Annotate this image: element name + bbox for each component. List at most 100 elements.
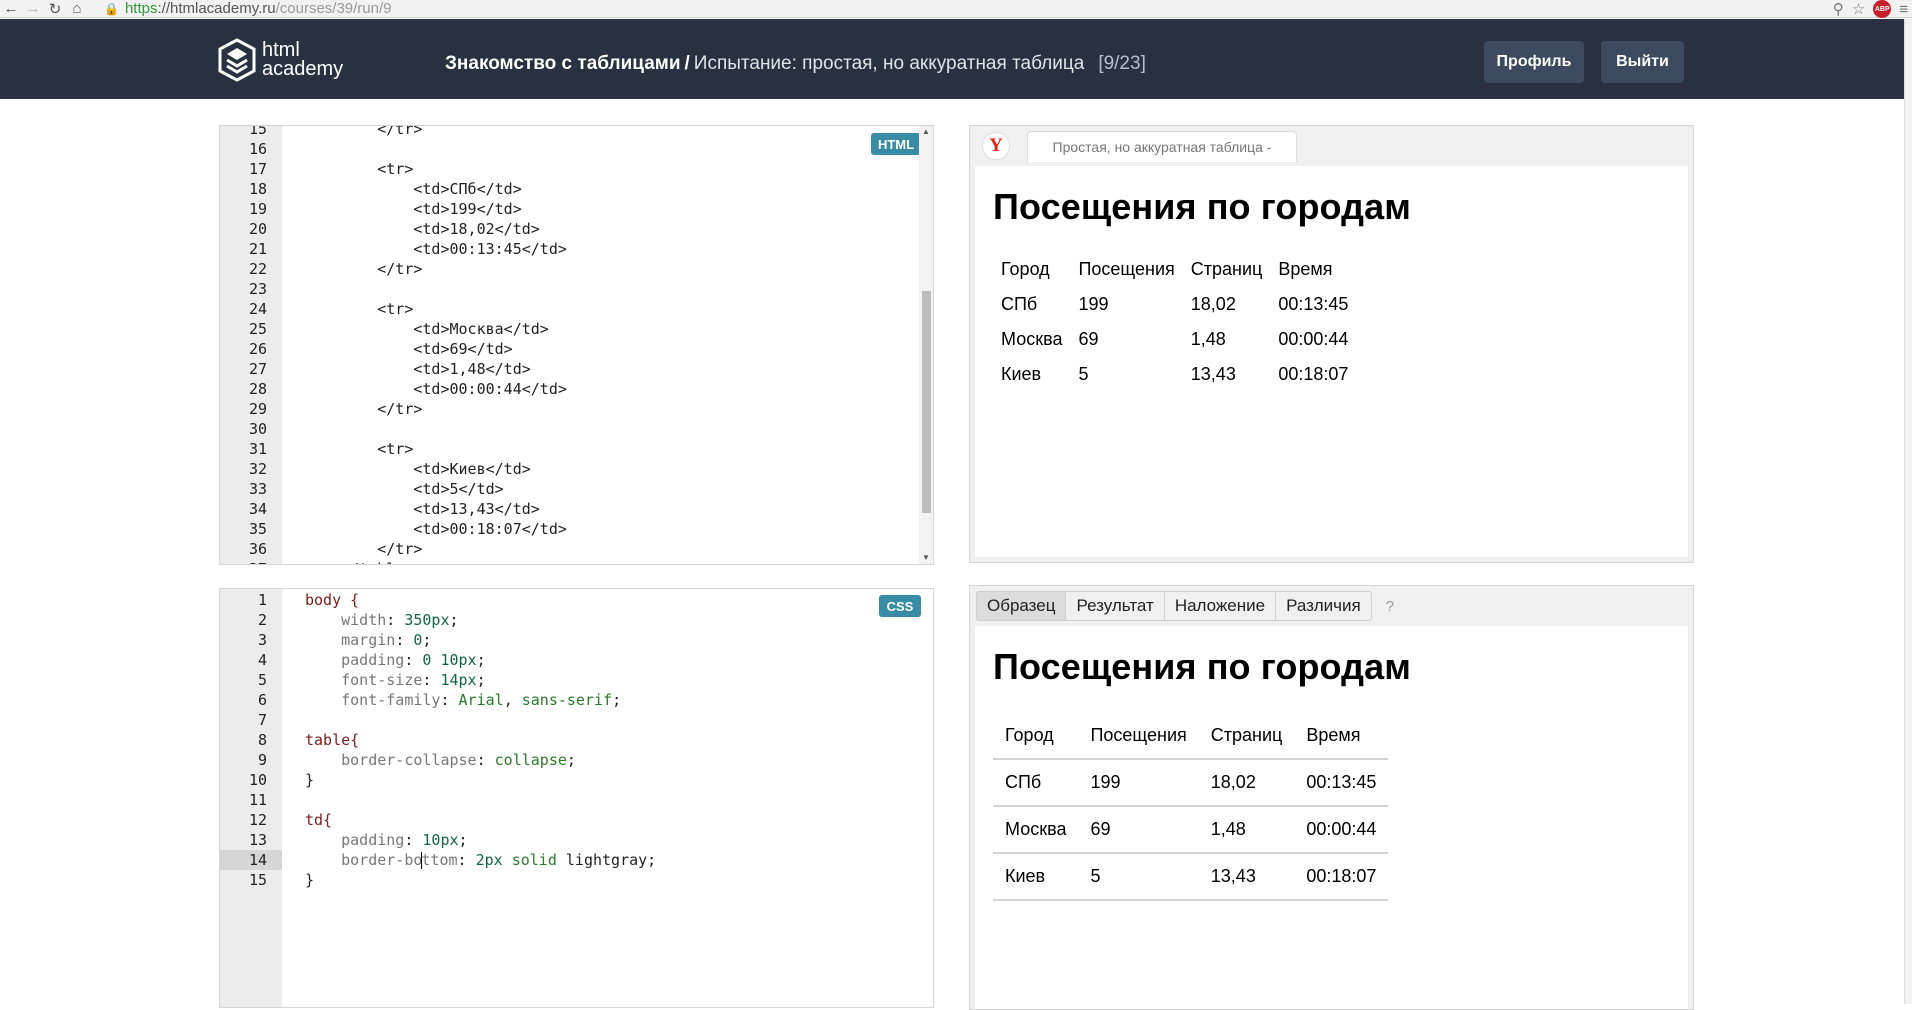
code-line[interactable]: 28 <td>00:00:44</td> (220, 379, 933, 399)
code-text[interactable]: border-collapse: collapse; (305, 750, 576, 770)
code-text[interactable]: </tr> (305, 539, 422, 559)
code-line[interactable]: 26 <td>69</td> (220, 339, 933, 359)
code-line[interactable]: 19 <td>199</td> (220, 199, 933, 219)
zoom-icon[interactable]: ⚲ (1833, 0, 1844, 18)
html-editor-scrollbar[interactable]: ▲ ▼ (919, 126, 933, 564)
css-editor[interactable]: 1 body {2 width: 350px; 3 margin: 0; 4 padd… (219, 588, 934, 1008)
code-text[interactable]: table{ (305, 730, 359, 750)
back-icon[interactable]: ← (0, 0, 22, 18)
code-line[interactable]: 23 (220, 279, 933, 299)
code-line[interactable]: 2 width: 350px; (220, 610, 933, 630)
code-line[interactable]: 8 table{ (220, 730, 933, 750)
code-line[interactable]: 33 <td>5</td> (220, 479, 933, 499)
code-text[interactable]: <td>69</td> (305, 339, 512, 359)
tab-overlay[interactable]: Наложение (1164, 591, 1277, 621)
menu-icon[interactable]: ≡ (1899, 1, 1908, 18)
code-line[interactable]: 30 (220, 419, 933, 439)
tab-diff[interactable]: Различия (1276, 591, 1372, 621)
code-text[interactable]: padding: 10px; (305, 830, 467, 850)
code-text[interactable]: </tr> (305, 126, 422, 139)
code-text[interactable]: width: 350px; (305, 610, 458, 630)
code-text[interactable]: <td>13,43</td> (305, 499, 539, 519)
preview-tab[interactable]: Простая, но аккуратная таблица - (1027, 131, 1297, 162)
code-text[interactable]: body { (305, 590, 359, 610)
code-line[interactable]: 36 </tr> (220, 539, 933, 559)
code-line[interactable]: 34 <td>13,43</td> (220, 499, 933, 519)
code-line[interactable]: 37 </table> (220, 559, 933, 564)
code-line[interactable]: 13 padding: 10px; (220, 830, 933, 850)
html-editor-code[interactable]: 15 </tr> 16 17 <tr> 18 <td>СПб</td> 19 <td>1… (220, 126, 933, 564)
scroll-thumb[interactable] (922, 291, 931, 513)
home-icon[interactable]: ⌂ (66, 0, 88, 18)
tab-result[interactable]: Результат (1066, 591, 1165, 621)
code-line[interactable]: 1 body { (220, 590, 933, 610)
code-line[interactable]: 17 <tr> (220, 159, 933, 179)
logo[interactable]: html academy (218, 38, 343, 82)
code-text[interactable]: } (305, 870, 314, 890)
forward-icon[interactable]: → (22, 0, 44, 18)
code-line[interactable]: 18 <td>СПб</td> (220, 179, 933, 199)
help-icon[interactable]: ? (1386, 591, 1394, 621)
code-line[interactable]: 21 <td>00:13:45</td> (220, 239, 933, 259)
code-text[interactable]: <td>18,02</td> (305, 219, 539, 239)
breadcrumb-course[interactable]: Знакомство с таблицами (445, 53, 681, 74)
code-line[interactable]: 35 <td>00:18:07</td> (220, 519, 933, 539)
code-text[interactable]: <td>00:00:44</td> (305, 379, 567, 399)
code-text[interactable]: <td>СПб</td> (305, 179, 521, 199)
code-line[interactable]: 29 </tr> (220, 399, 933, 419)
reload-icon[interactable]: ↻ (44, 0, 66, 18)
page-scrollbar[interactable] (1904, 19, 1912, 1004)
code-text[interactable]: <tr> (305, 159, 413, 179)
adblock-icon[interactable]: ABP (1873, 0, 1892, 18)
code-text[interactable]: margin: 0; (305, 630, 431, 650)
tab-sample[interactable]: Образец (976, 591, 1067, 621)
code-text[interactable]: <td>Киев</td> (305, 459, 530, 479)
code-line[interactable]: 15 </tr> (220, 126, 933, 139)
code-line[interactable]: 22 </tr> (220, 259, 933, 279)
code-line[interactable]: 20 <td>18,02</td> (220, 219, 933, 239)
code-line[interactable]: 27 <td>1,48</td> (220, 359, 933, 379)
code-line[interactable]: 3 margin: 0; (220, 630, 933, 650)
code-line[interactable]: 31 <tr> (220, 439, 933, 459)
code-line[interactable]: 5 font-size: 14px; (220, 670, 933, 690)
active-code-line[interactable]: 14 border-bottom: 2px solid lightgray; (220, 850, 933, 870)
code-line[interactable]: 15} (220, 870, 933, 890)
scroll-up-icon[interactable]: ▲ (919, 126, 933, 138)
code-text[interactable]: font-size: 14px; (305, 670, 486, 690)
html-editor[interactable]: 15 </tr> 16 17 <tr> 18 <td>СПб</td> 19 <td>1… (219, 125, 934, 565)
code-text[interactable]: <td>00:18:07</td> (305, 519, 567, 539)
code-text[interactable]: } (305, 770, 314, 790)
code-text[interactable]: <td>1,48</td> (305, 359, 530, 379)
code-line[interactable]: 10} (220, 770, 933, 790)
code-text[interactable]: <td>5</td> (305, 479, 503, 499)
code-text[interactable]: border-bottom: 2px solid lightgray; (305, 850, 656, 870)
star-icon[interactable]: ☆ (1852, 0, 1865, 18)
code-text[interactable]: <tr> (305, 299, 413, 319)
code-line[interactable]: 6 font-family: Arial, sans-serif; (220, 690, 933, 710)
profile-button[interactable]: Профиль (1484, 41, 1584, 83)
css-editor-code[interactable]: 1 body {2 width: 350px; 3 margin: 0; 4 padd… (220, 590, 933, 890)
code-text[interactable]: <tr> (305, 439, 413, 459)
code-text[interactable]: <td>199</td> (305, 199, 521, 219)
code-text[interactable]: <td>00:13:45</td> (305, 239, 567, 259)
code-text[interactable]: </tr> (305, 399, 422, 419)
code-line[interactable]: 4 padding: 0 10px; (220, 650, 933, 670)
code-line[interactable]: 32 <td>Киев</td> (220, 459, 933, 479)
address-bar[interactable]: 🔒 https://htmlacademy.ru/courses/39/run/… (104, 0, 392, 18)
code-line[interactable]: 9 border-collapse: collapse; (220, 750, 933, 770)
code-line[interactable]: 24 <tr> (220, 299, 933, 319)
code-line[interactable]: 16 (220, 139, 933, 159)
code-line[interactable]: 12 td{ (220, 810, 933, 830)
code-line[interactable]: 7 (220, 710, 933, 730)
code-text[interactable]: <td>Москва</td> (305, 319, 548, 339)
code-text[interactable]: padding: 0 10px; (305, 650, 486, 670)
code-text[interactable]: td{ (305, 810, 332, 830)
code-line[interactable]: 11 (220, 790, 933, 810)
code-line[interactable]: 25 <td>Москва</td> (220, 319, 933, 339)
logout-button[interactable]: Выйти (1601, 41, 1684, 83)
url-text[interactable]: https://htmlacademy.ru/courses/39/run/9 (125, 0, 392, 17)
code-text[interactable]: </tr> (305, 259, 422, 279)
code-text[interactable]: </table> (305, 559, 413, 564)
code-text[interactable]: font-family: Arial, sans-serif; (305, 690, 621, 710)
scroll-down-icon[interactable]: ▼ (919, 552, 933, 564)
